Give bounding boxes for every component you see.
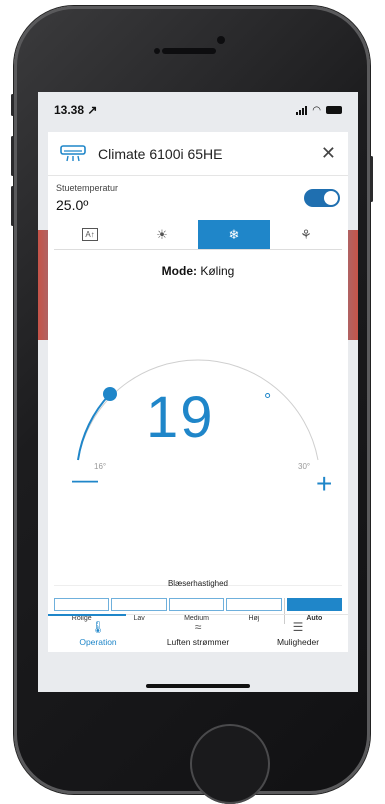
- device-title: Climate 6100i 65HE: [98, 145, 223, 162]
- airflow-icon: ≈: [194, 620, 202, 634]
- home-indicator[interactable]: [146, 684, 250, 688]
- mode-cool[interactable]: ❄: [198, 220, 270, 249]
- earpiece-speaker: [162, 48, 216, 54]
- fan-icon: ⚘: [300, 226, 312, 242]
- decrease-temperature-button[interactable]: —: [72, 464, 98, 495]
- mode-prefix: Mode:: [161, 264, 197, 278]
- status-time: 13.38 ↗: [54, 103, 98, 117]
- toggle-knob: [324, 191, 338, 205]
- mode-value: Køling: [200, 264, 235, 278]
- fan-level-box: [54, 598, 110, 611]
- fan-speed-title: Blæserhastighed: [167, 579, 229, 588]
- home-button[interactable]: [190, 724, 270, 804]
- mode-selector: A↑ ☀ ❄ ⚘: [54, 220, 342, 250]
- setpoint-value: 19: [146, 385, 215, 450]
- snowflake-icon: ❄: [228, 226, 240, 242]
- room-temperature-label: Stuetemperatur: [56, 183, 119, 193]
- power-button: [370, 156, 373, 202]
- mode-heat[interactable]: ☀: [126, 220, 198, 249]
- battery-icon: [326, 106, 342, 114]
- thermometer-icon: 🌡: [90, 620, 106, 634]
- bottom-tabs: 🌡 Operation ≈ Luften strømmer ☰ Mulighed…: [48, 614, 348, 652]
- status-icons: ◠: [296, 105, 342, 116]
- dial-handle[interactable]: [103, 387, 117, 401]
- volume-up-button: [11, 136, 14, 176]
- room-temperature-value: 25.0º: [56, 197, 89, 213]
- mode-fan[interactable]: ⚘: [270, 220, 342, 249]
- list-icon: ☰: [292, 620, 304, 634]
- increase-temperature-button[interactable]: +: [316, 468, 332, 500]
- tab-airflow-label: Luften strømmer: [166, 637, 230, 647]
- signal-icon: [296, 105, 308, 115]
- active-tab-indicator: [48, 614, 126, 616]
- tab-operation-label: Operation: [79, 637, 117, 647]
- volume-down-button: [11, 186, 14, 226]
- mute-switch: [11, 94, 14, 116]
- fan-level-box: [168, 598, 225, 611]
- air-conditioner-icon: [60, 144, 86, 161]
- fan-level-box: [286, 598, 343, 611]
- front-camera: [154, 48, 160, 54]
- fan-level-box: [111, 598, 167, 611]
- mode-auto[interactable]: A↑: [54, 220, 126, 249]
- power-toggle[interactable]: [304, 189, 340, 207]
- max-temperature-label: 30°: [298, 462, 311, 471]
- phone-screen: 13.38 ↗ ◠ Climate 6100i 65HE ✕ Stuetempe…: [38, 92, 358, 692]
- sun-icon: ☀: [156, 226, 168, 242]
- status-bar: 13.38 ↗ ◠: [38, 92, 358, 128]
- room-temperature-row: Stuetemperatur 25.0º: [48, 176, 348, 220]
- current-mode: Mode: Køling: [48, 264, 348, 278]
- auto-icon: A↑: [82, 228, 98, 241]
- panel-header: Climate 6100i 65HE ✕: [48, 132, 348, 176]
- tab-options[interactable]: ☰ Muligheder: [248, 615, 348, 652]
- setpoint-unit: °: [264, 390, 272, 410]
- fan-level-box: [226, 598, 282, 611]
- tab-operation[interactable]: 🌡 Operation: [48, 615, 148, 652]
- tab-airflow[interactable]: ≈ Luften strømmer: [148, 615, 248, 652]
- camera-icon: [217, 36, 225, 44]
- wifi-icon: ◠: [312, 104, 321, 116]
- close-icon[interactable]: ✕: [321, 143, 336, 164]
- tab-options-label: Muligheder: [276, 637, 320, 647]
- device-panel: Climate 6100i 65HE ✕ Stuetemperatur 25.0…: [48, 132, 348, 652]
